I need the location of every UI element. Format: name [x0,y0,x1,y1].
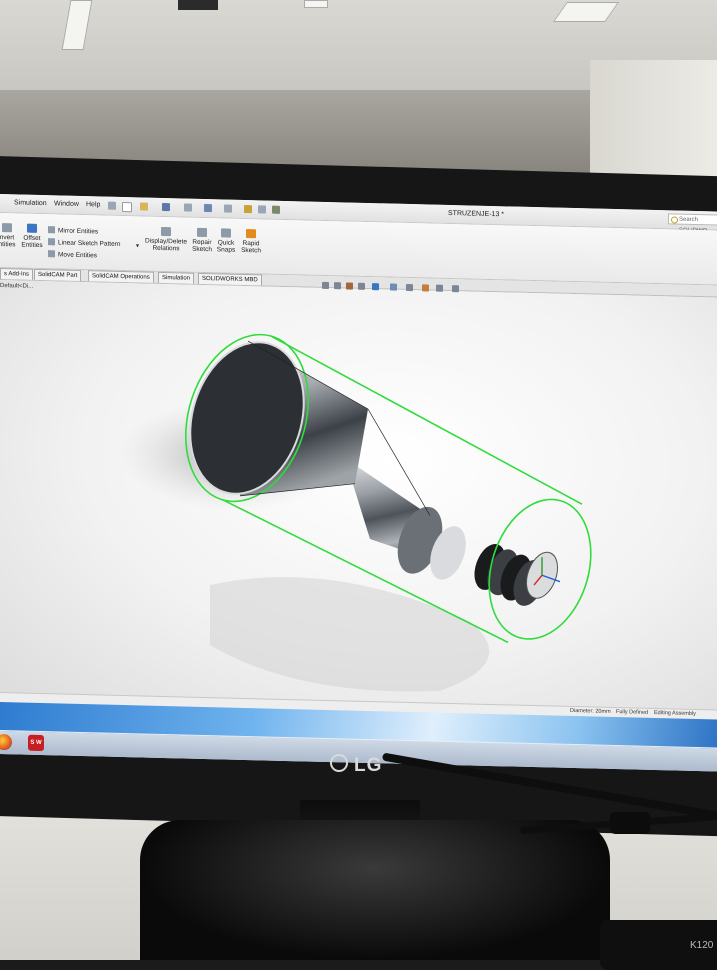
convert-entities-label: nvert ntities [0,233,16,249]
ceiling-light [304,0,328,8]
quick-snaps-label: Quick Snaps [216,239,236,254]
appearance-icon[interactable] [422,284,429,292]
tab-solidworks-mbd[interactable]: SOLIDWORKS MBD [198,272,262,286]
display-delete-relations-button[interactable]: Display/Delete Relations [144,226,188,253]
graphics-area[interactable]: Default<Di... [0,280,717,718]
menu-help[interactable]: Help [86,201,100,208]
monitor-base [140,820,610,960]
print-icon[interactable] [184,203,192,212]
status-dimension: Diameter: 20mm [570,707,611,715]
solidworks-taskbar-icon[interactable]: S W [28,734,44,752]
feature-tree-breadcrumb[interactable]: Default<Di... [0,283,33,290]
zoom-to-fit-icon[interactable] [322,281,329,290]
options-icon[interactable] [272,205,280,214]
status-definition: Fully Defined [616,709,649,716]
repair-sketch-icon [197,227,207,238]
convert-entities-icon [2,223,12,233]
move-entities-label: Move Entities [58,251,98,260]
view-orientation-icon[interactable] [372,283,379,291]
rapid-sketch-label: Rapid Sketch [241,239,261,255]
menu-window[interactable]: Window [54,200,79,208]
lg-logo-icon [330,754,348,772]
status-mode: Editing Assembly [654,709,696,718]
menu-simulation[interactable]: Simulation [14,199,47,207]
tab-add-ins[interactable]: s Add-Ins [0,268,34,280]
tab-solidcam-part[interactable]: SolidCAM Part [34,268,82,281]
firefox-icon[interactable] [0,733,12,751]
file-properties-icon[interactable] [258,205,266,214]
offset-entities-button[interactable]: Offset Entities [20,223,44,249]
quick-snaps-button[interactable]: Quick Snaps [216,228,236,254]
model-reflection [210,577,490,692]
rapid-sketch-button[interactable]: Rapid Sketch [240,229,262,255]
view-settings-icon[interactable] [452,285,459,293]
mirror-entities-button[interactable]: Mirror Entities [48,226,98,235]
linear-pattern-icon [48,238,55,246]
display-delete-relations-label: Display/Delete Relations [145,237,187,253]
linear-sketch-pattern-button[interactable]: Linear Sketch Pattern [48,238,121,248]
hide-show-icon[interactable] [406,283,413,292]
scene-icon[interactable] [436,284,443,292]
screen: Simulation Window Help STRUZENJE-13 * Se… [0,194,717,772]
monitor-brand-logo: LG [330,754,382,777]
convert-entities-button[interactable]: nvert ntities [0,223,16,248]
previous-view-icon[interactable] [346,282,353,290]
keyboard-model-label: K120 [690,940,714,951]
tab-solidcam-operations[interactable]: SolidCAM Operations [88,270,154,283]
tab-simulation[interactable]: Simulation [158,271,195,284]
repair-sketch-label: Repair Sketch [192,238,212,254]
undo-icon[interactable] [204,203,212,213]
zoom-area-icon[interactable] [334,282,341,290]
select-icon[interactable] [224,204,232,213]
offset-entities-label: Offset Entities [21,234,43,250]
chevron-down-icon[interactable]: ▾ [136,242,139,249]
repair-sketch-button[interactable]: Repair Sketch [190,227,214,254]
brand-text: LG [354,755,383,776]
document-title: STRUZENJE-13 * [448,209,505,219]
pin-icon[interactable] [108,201,116,210]
ceiling-light [552,2,620,22]
cable-ferrite [610,812,650,834]
quick-snaps-icon [221,228,231,238]
thread-section [474,544,559,606]
rapid-sketch-icon [246,229,256,239]
save-icon[interactable] [162,202,170,212]
relations-icon [161,226,171,237]
mirror-entities-label: Mirror Entities [58,227,99,236]
search-icon [671,216,678,224]
rebuild-icon[interactable] [244,204,252,214]
move-icon [48,250,55,258]
ceiling-light [61,0,93,50]
projector [178,0,218,10]
display-style-icon[interactable] [390,283,397,291]
open-icon[interactable] [140,202,148,211]
move-entities-button[interactable]: Move Entities [48,250,97,259]
offset-entities-icon [27,223,37,233]
3d-model-view [120,333,592,692]
mirror-icon [48,226,55,234]
linear-sketch-pattern-label: Linear Sketch Pattern [58,239,121,248]
section-view-icon[interactable] [358,282,365,290]
new-document-icon[interactable] [122,201,132,213]
search-input[interactable]: Search SOLIDWO [668,213,717,234]
